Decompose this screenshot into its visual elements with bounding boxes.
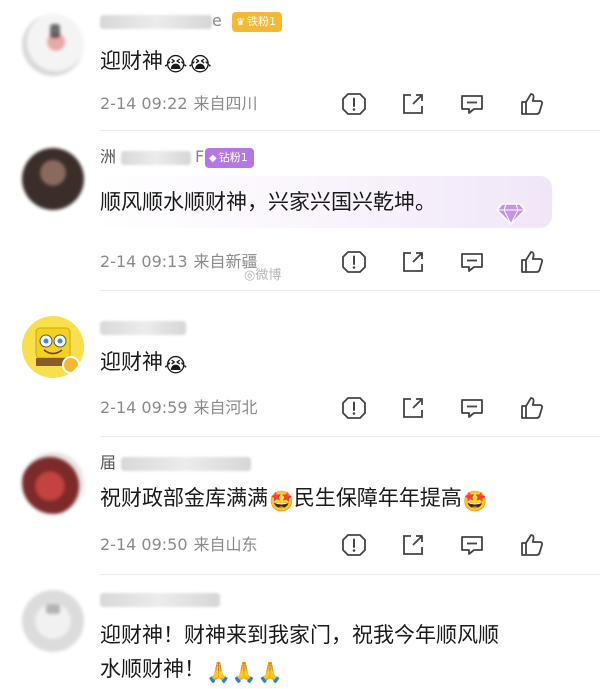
avatar[interactable]	[22, 14, 84, 76]
reply-icon[interactable]	[458, 248, 486, 276]
share-icon[interactable]	[399, 90, 427, 118]
username[interactable]: e	[100, 10, 223, 32]
like-icon[interactable]	[518, 90, 546, 118]
avatar[interactable]	[22, 590, 84, 652]
reply-icon[interactable]	[458, 531, 486, 559]
fan-badge[interactable]: ♛ 铁粉1	[232, 12, 282, 32]
comment-text: 迎财神😭😭	[100, 44, 560, 81]
verified-badge-icon	[62, 356, 80, 374]
divider	[100, 290, 600, 291]
comment-actions	[0, 248, 600, 276]
share-icon[interactable]	[399, 531, 427, 559]
fan-badge[interactable]: ◆ 钻粉1	[205, 148, 254, 168]
starstruck-emoji: 🤩	[462, 489, 488, 513]
pray-emoji: 🙏	[206, 660, 231, 684]
username[interactable]: 洲F	[100, 146, 205, 168]
reply-icon[interactable]	[458, 90, 486, 118]
comment-text: 祝财政部金库满满🤩民生保障年年提高🤩	[100, 481, 580, 518]
comment-actions	[0, 531, 600, 559]
diamond-icon: ◆	[209, 153, 217, 164]
like-icon[interactable]	[518, 248, 546, 276]
comment-text: 迎财神😭	[100, 345, 560, 382]
report-icon[interactable]	[340, 248, 368, 276]
report-icon[interactable]	[340, 90, 368, 118]
divider	[100, 130, 600, 131]
username[interactable]	[100, 588, 220, 610]
like-icon[interactable]	[518, 531, 546, 559]
share-icon[interactable]	[399, 248, 427, 276]
comment-actions	[0, 394, 600, 422]
username[interactable]: 届	[100, 452, 252, 474]
comment-text: 顺风顺水顺财神，兴家兴国兴乾坤。	[100, 190, 436, 214]
like-icon[interactable]	[518, 394, 546, 422]
avatar[interactable]	[22, 452, 84, 514]
comment-text: 迎财神！财神来到我家门，祝我今年顺风顺 水顺财神！🙏🙏🙏	[100, 618, 570, 689]
crying-emoji: 😭	[164, 52, 188, 76]
pray-emoji: 🙏	[257, 660, 283, 684]
starstruck-emoji: 🤩	[269, 489, 294, 513]
reply-icon[interactable]	[458, 394, 486, 422]
comment-actions	[0, 90, 600, 118]
avatar[interactable]	[22, 316, 84, 378]
username[interactable]	[100, 316, 186, 338]
report-icon[interactable]	[340, 531, 368, 559]
crying-emoji: 😭	[188, 52, 212, 76]
avatar[interactable]	[22, 148, 84, 210]
crying-emoji: 😭	[164, 353, 188, 377]
pray-emoji: 🙏	[231, 660, 257, 684]
report-icon[interactable]	[340, 394, 368, 422]
divider	[100, 436, 600, 437]
share-icon[interactable]	[399, 394, 427, 422]
divider	[100, 574, 600, 575]
crown-icon: ♛	[236, 17, 245, 28]
